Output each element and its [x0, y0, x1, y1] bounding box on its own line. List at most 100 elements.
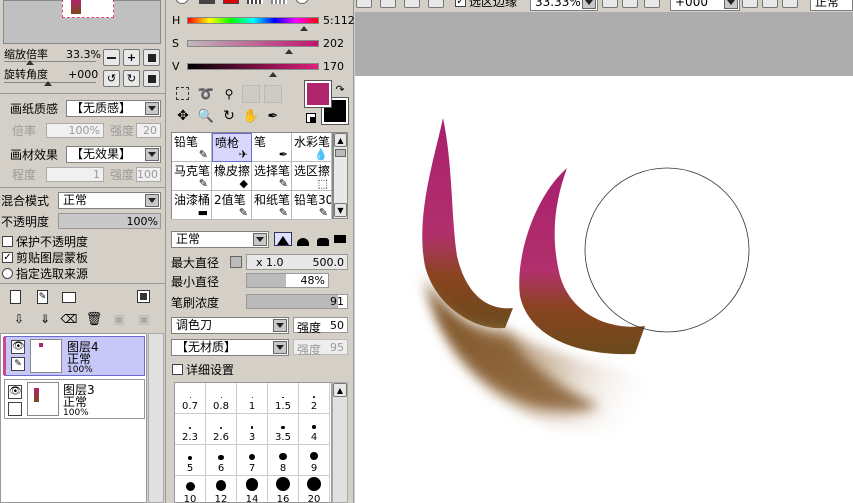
rotate-cw-button[interactable] — [762, 0, 778, 8]
size-preset-item[interactable]: 14 — [237, 476, 268, 502]
clear-layer-icon[interactable]: ⌫ — [61, 312, 78, 326]
zoom-icon[interactable]: 🔍 — [198, 109, 214, 124]
navigator-viewport[interactable] — [62, 0, 114, 18]
rotate-select[interactable]: +000 — [670, 0, 740, 11]
new-vector-layer-icon[interactable]: ✎ — [37, 290, 48, 304]
brush-shape-round[interactable] — [294, 232, 312, 246]
palette-button[interactable] — [247, 0, 263, 4]
layer-list-scrollbar[interactable] — [148, 333, 164, 503]
size-preset-item[interactable]: 1.5 — [268, 383, 299, 414]
lock-box-icon[interactable] — [8, 402, 22, 416]
nav-zoom-in-button[interactable]: + — [123, 49, 140, 66]
blend-strength-slider[interactable]: 强度 50 — [293, 317, 348, 335]
size-preset-item[interactable]: 0.7 — [175, 383, 206, 414]
min-size-slider[interactable]: 48% — [246, 273, 329, 288]
nav-rotate-cw-button[interactable]: ↻ — [123, 70, 140, 87]
detail-settings-checkbox[interactable] — [172, 364, 183, 375]
clip-mask-checkbox[interactable]: ✓ — [2, 252, 13, 263]
v-slider-thumb[interactable] — [269, 72, 277, 77]
canvas[interactable] — [355, 76, 853, 503]
brush-grid-scrollbar[interactable]: ▲ ▼ — [333, 132, 348, 219]
layer-extra-icon[interactable]: ▣ — [112, 312, 126, 326]
eye-icon[interactable]: 👁 — [8, 385, 22, 399]
nav-rotate-ccw-button[interactable]: ↺ — [103, 70, 120, 87]
size-multiplier-button[interactable] — [230, 256, 242, 268]
brush-item[interactable]: 和纸笔 ✎ — [252, 191, 292, 220]
color-wheel-button[interactable] — [175, 0, 189, 4]
merge-down-icon[interactable]: ⇓ — [38, 312, 52, 326]
texture-strength-slider[interactable]: 强度 95 — [293, 339, 348, 357]
scratch-button[interactable] — [295, 0, 309, 4]
new-layer-icon[interactable] — [10, 290, 21, 304]
rotate-view-icon[interactable]: ↻ — [222, 108, 236, 124]
size-preset-item[interactable]: 9 — [299, 445, 330, 476]
stabilizer-check[interactable]: ✓ — [455, 0, 466, 7]
brush-item[interactable]: 橡皮擦 ◆ — [212, 162, 252, 191]
max-size-field[interactable]: x 1.0 500.0 — [246, 254, 348, 270]
trash-icon[interactable]: 🗑 — [86, 312, 103, 327]
layer-extra2-icon[interactable]: ▣ — [137, 312, 151, 326]
scroll-up-button[interactable]: ▲ — [334, 133, 347, 147]
h-slider[interactable] — [187, 17, 319, 24]
lasso-icon[interactable]: ➰ — [198, 87, 214, 102]
s-slider-thumb[interactable] — [285, 49, 293, 54]
brush-item[interactable]: 2值笔 ✎ — [212, 191, 252, 220]
scroll-thumb[interactable] — [335, 149, 346, 157]
s-slider[interactable] — [187, 40, 319, 47]
canvas-area[interactable] — [355, 12, 853, 503]
hsv-slider-button[interactable] — [223, 0, 239, 4]
size-preset-item[interactable]: 6 — [206, 445, 237, 476]
swatch-button[interactable] — [271, 0, 287, 4]
brush-item[interactable]: 铅笔30 ✎ — [292, 191, 332, 220]
brush-item[interactable]: 铅笔 ✎ — [172, 133, 212, 162]
brush-shape-sharp[interactable] — [274, 232, 292, 246]
blend-select[interactable]: 调色刀 — [171, 317, 289, 334]
paper-texture-select[interactable]: 【无质感】 — [66, 100, 161, 117]
size-preset-item[interactable]: 20 — [299, 476, 330, 502]
texture-select[interactable]: 【无材质】 — [171, 339, 289, 356]
canvas-blend-select[interactable]: 正常 — [810, 0, 853, 11]
size-preset-item[interactable]: 3.5 — [268, 414, 299, 445]
zoom-in-button[interactable] — [622, 0, 638, 8]
rgb-slider-button[interactable] — [199, 0, 215, 4]
size-preset-item[interactable]: 2.3 — [175, 414, 206, 445]
scroll-down-button[interactable]: ▼ — [334, 203, 347, 217]
size-preset-item[interactable]: 5 — [175, 445, 206, 476]
brush-item[interactable]: 水彩笔 💧 — [292, 133, 332, 162]
swap-colors-icon[interactable]: ↷ — [333, 82, 347, 96]
transfer-down-icon[interactable]: ⇩ — [12, 312, 26, 326]
brush-mode-select[interactable]: 正常 — [171, 231, 269, 248]
eye-icon[interactable]: 👁 — [11, 340, 25, 354]
move-icon[interactable]: ✥ — [176, 108, 190, 124]
foreground-color-swatch[interactable] — [304, 80, 332, 108]
brush-item[interactable]: 笔 ✒ — [252, 133, 292, 162]
zoom-reset-button[interactable] — [644, 0, 660, 8]
size-preset-item[interactable]: 0.8 — [206, 383, 237, 414]
brush-shape-flat[interactable] — [314, 232, 332, 246]
size-preset-item[interactable]: 10 — [175, 476, 206, 502]
brush-shape-square[interactable] — [332, 232, 348, 246]
deselect-button[interactable] — [380, 0, 396, 8]
size-preset-item[interactable]: 7 — [237, 445, 268, 476]
v-slider[interactable] — [187, 63, 319, 70]
zoom-slider-track[interactable] — [4, 61, 96, 65]
rotate-reset-button[interactable] — [782, 0, 798, 8]
size-preset-item[interactable]: 4 — [299, 414, 330, 445]
opacity-slider[interactable]: 100% — [58, 213, 161, 229]
size-preset-item[interactable]: 3 — [237, 414, 268, 445]
h-slider-thumb[interactable] — [300, 26, 308, 31]
selection-source-radio[interactable] — [2, 268, 13, 279]
paper-effect-select[interactable]: 【无效果】 — [66, 146, 161, 163]
paper-degree-field[interactable]: 1 — [46, 167, 104, 182]
hand-icon[interactable]: ✋ — [243, 109, 259, 124]
brush-item[interactable]: 喷枪 ✈ — [212, 133, 252, 162]
layer-item[interactable]: 👁 ✎ 图层4 正常 100% — [3, 336, 145, 376]
brush-item[interactable]: 选区擦 ⬚ — [292, 162, 332, 191]
paper-rate-field[interactable]: 100% — [46, 123, 104, 138]
zoom-out-button[interactable] — [602, 0, 618, 8]
size-preset-item[interactable]: 2 — [299, 383, 330, 414]
brush-icon[interactable]: ✎ — [11, 357, 25, 371]
size-preset-item[interactable]: 16 — [268, 476, 299, 502]
size-preset-item[interactable]: 1 — [237, 383, 268, 414]
default-colors-icon[interactable] — [306, 113, 316, 123]
